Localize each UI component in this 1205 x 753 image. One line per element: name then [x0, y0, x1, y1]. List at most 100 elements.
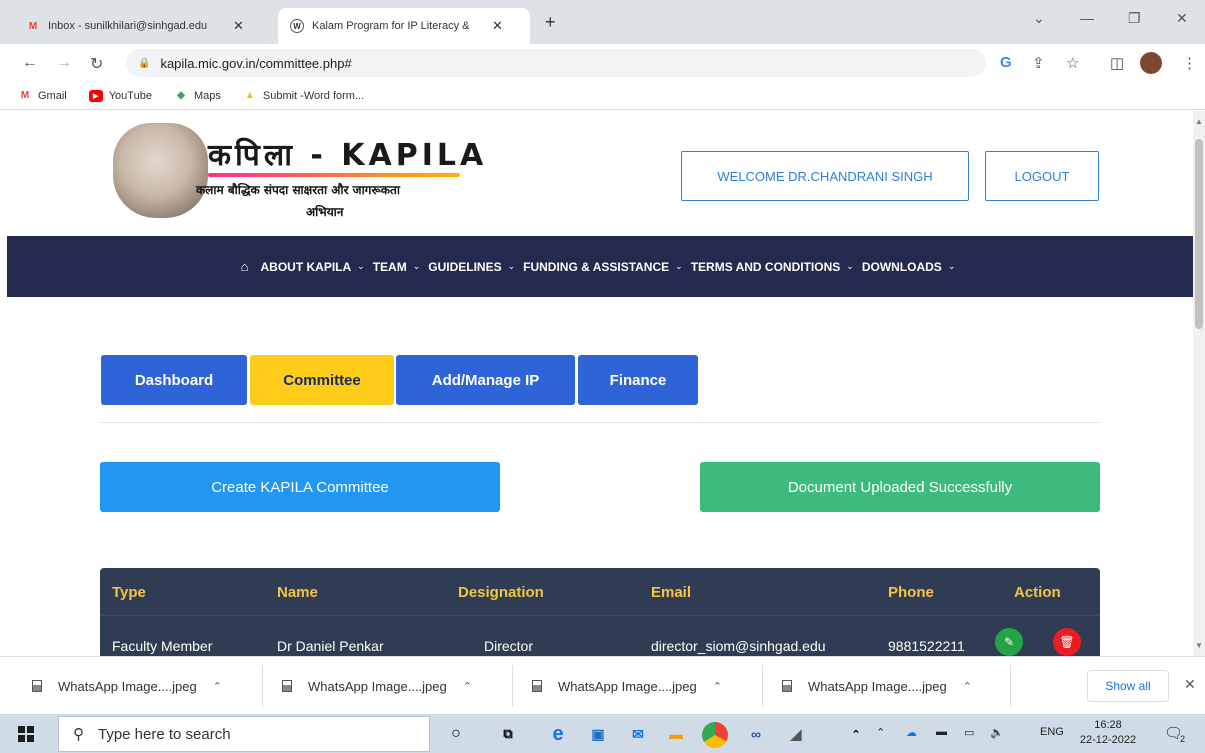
tab-search-icon[interactable]: ⌄: [1033, 10, 1045, 27]
google-translate-icon[interactable]: G: [1000, 54, 1012, 71]
show-all-button[interactable]: Show all: [1087, 670, 1169, 702]
nav-downloads[interactable]: DOWNLOADS ⌄: [862, 260, 956, 274]
cell-type: Faculty Member: [112, 638, 213, 654]
close-tab-icon[interactable]: ✕: [492, 18, 503, 34]
tab-add-manage-ip[interactable]: Add/Manage IP: [396, 355, 575, 405]
tab-committee[interactable]: Committee: [250, 355, 394, 405]
download-filename: WhatsApp Image....jpeg: [558, 678, 697, 694]
cell-name: Dr Daniel Penkar: [277, 638, 384, 654]
cell-designation: Director: [484, 638, 534, 654]
image-file-icon: [782, 680, 792, 692]
tab-label: Kalam Program for IP Literacy &: [312, 20, 470, 32]
app-icon[interactable]: ◢: [784, 722, 808, 746]
close-icon[interactable]: ✕: [1184, 676, 1196, 693]
nav-label: FUNDING & ASSISTANCE: [523, 259, 670, 274]
download-item[interactable]: WhatsApp Image....jpeg ⌃: [282, 657, 472, 715]
lock-icon: 🔒: [138, 57, 151, 69]
volume-icon[interactable]: 🔈: [990, 726, 1004, 739]
language-indicator[interactable]: ENG: [1040, 726, 1064, 738]
chrome-icon[interactable]: [702, 722, 728, 748]
forward-icon[interactable]: →: [56, 54, 72, 72]
tab-kapila[interactable]: W Kalam Program for IP Literacy & ✕: [278, 8, 530, 44]
site-icon: W: [290, 19, 304, 33]
store-icon[interactable]: ▣: [586, 722, 610, 746]
chevron-up-icon[interactable]: ⌃: [713, 680, 722, 693]
nav-terms-conditions[interactable]: TERMS AND CONDITIONS ⌄: [691, 260, 854, 274]
overflow-icon[interactable]: ⌃: [844, 722, 868, 746]
separator: [512, 665, 513, 707]
edit-icon[interactable]: ✎: [995, 628, 1023, 656]
chevron-up-icon[interactable]: ⌃: [876, 726, 885, 739]
chevron-down-icon: ⌄: [507, 261, 516, 271]
nav-about-kapila[interactable]: ABOUT KAPILA ⌄: [260, 260, 364, 274]
address-bar[interactable]: 🔒 kapila.mic.gov.in/committee.php#: [126, 49, 986, 77]
chevron-up-icon[interactable]: ⌃: [463, 680, 472, 693]
committee-table: Type Name Designation Email Phone Action…: [100, 568, 1100, 656]
browser-toolbar: ← → ↻ 🔒 kapila.mic.gov.in/committee.php#…: [0, 44, 1205, 82]
share-icon[interactable]: ⇪: [1032, 54, 1045, 72]
chevron-up-icon[interactable]: ⌃: [213, 680, 222, 693]
scroll-thumb[interactable]: [1195, 139, 1203, 329]
bookmark-label: YouTube: [108, 89, 152, 102]
scroll-up-icon[interactable]: ▲: [1195, 117, 1203, 126]
windows-start-icon[interactable]: [18, 726, 34, 742]
download-filename: WhatsApp Image....jpeg: [58, 678, 197, 694]
app-icon[interactable]: ∞: [744, 722, 768, 746]
onedrive-icon[interactable]: ☁: [906, 726, 917, 739]
chevron-up-icon[interactable]: ⌃: [963, 680, 972, 693]
download-item[interactable]: WhatsApp Image....jpeg ⌃: [782, 657, 972, 715]
profile-avatar[interactable]: [1140, 52, 1162, 74]
logo-portrait: [113, 123, 208, 218]
logo-title: कपिला - KAPILA: [208, 138, 488, 173]
column-header-name: Name: [277, 584, 318, 601]
scroll-down-icon[interactable]: ▼: [1195, 641, 1203, 650]
reload-icon[interactable]: ↻: [90, 54, 103, 74]
download-filename: WhatsApp Image....jpeg: [308, 678, 447, 694]
restore-icon[interactable]: ❐: [1128, 10, 1141, 27]
download-item[interactable]: WhatsApp Image....jpeg ⌃: [32, 657, 222, 715]
image-file-icon: [32, 680, 42, 692]
welcome-button[interactable]: WELCOME DR.CHANDRANI SINGH: [681, 151, 969, 201]
side-panel-icon[interactable]: ◫: [1110, 54, 1124, 72]
logout-button[interactable]: LOGOUT: [985, 151, 1099, 201]
tab-inbox[interactable]: M Inbox - sunilkhilari@sinhgad.edu ✕: [14, 8, 272, 44]
bookmark-star-icon[interactable]: ☆: [1066, 54, 1079, 72]
bookmark-gmail[interactable]: M Gmail: [18, 90, 67, 102]
clock[interactable]: 16:28 22-12-2022: [1076, 718, 1140, 748]
column-header-type: Type: [112, 584, 146, 601]
close-tab-icon[interactable]: ✕: [233, 18, 244, 34]
home-icon[interactable]: ⌂: [241, 259, 249, 274]
edge-icon[interactable]: e: [546, 722, 570, 746]
new-tab-button[interactable]: +: [545, 12, 556, 33]
browser-tab-strip: M Inbox - sunilkhilari@sinhgad.edu ✕ W K…: [0, 0, 1205, 44]
page-scrollbar[interactable]: ▲ ▼: [1193, 111, 1205, 656]
divider: [100, 422, 1100, 423]
back-icon[interactable]: ←: [22, 54, 38, 72]
cortana-icon[interactable]: ○: [444, 722, 468, 746]
nav-team[interactable]: TEAM ⌄: [373, 260, 421, 274]
bookmark-label: Maps: [193, 89, 221, 102]
tab-dashboard[interactable]: Dashboard: [101, 355, 247, 405]
download-item[interactable]: WhatsApp Image....jpeg ⌃: [532, 657, 722, 715]
battery-icon[interactable]: ▬: [936, 726, 947, 738]
delete-icon[interactable]: 🗑: [1053, 628, 1081, 656]
row-divider: [100, 615, 1100, 616]
youtube-icon: ▶: [88, 89, 103, 102]
page-content: कपिला - KAPILA कलाम बौद्धिक संपदा साक्षर…: [0, 111, 1193, 656]
task-view-icon[interactable]: ⧉: [496, 722, 520, 746]
tab-finance[interactable]: Finance: [578, 355, 698, 405]
taskbar-search[interactable]: ⚲ Type here to search: [58, 716, 430, 752]
menu-icon[interactable]: ⋮: [1182, 54, 1197, 72]
bookmark-maps[interactable]: ◆ Maps: [174, 90, 221, 102]
nav-guidelines[interactable]: GUIDELINES ⌄: [428, 260, 515, 274]
file-explorer-icon[interactable]: ▬: [664, 722, 688, 746]
create-committee-button[interactable]: Create KAPILA Committee: [100, 462, 500, 512]
bookmark-youtube[interactable]: ▶ YouTube: [88, 89, 152, 102]
nav-funding-assistance[interactable]: FUNDING & ASSISTANCE ⌄: [523, 260, 683, 274]
minimize-icon[interactable]: —: [1080, 10, 1094, 26]
bookmark-submit-word-form[interactable]: ▲ Submit -Word form...: [243, 90, 364, 102]
window-close-icon[interactable]: ✕: [1176, 10, 1188, 27]
network-icon[interactable]: ▭: [964, 726, 974, 739]
nav-label: TERMS AND CONDITIONS: [690, 259, 841, 274]
mail-icon[interactable]: ✉: [626, 722, 650, 746]
